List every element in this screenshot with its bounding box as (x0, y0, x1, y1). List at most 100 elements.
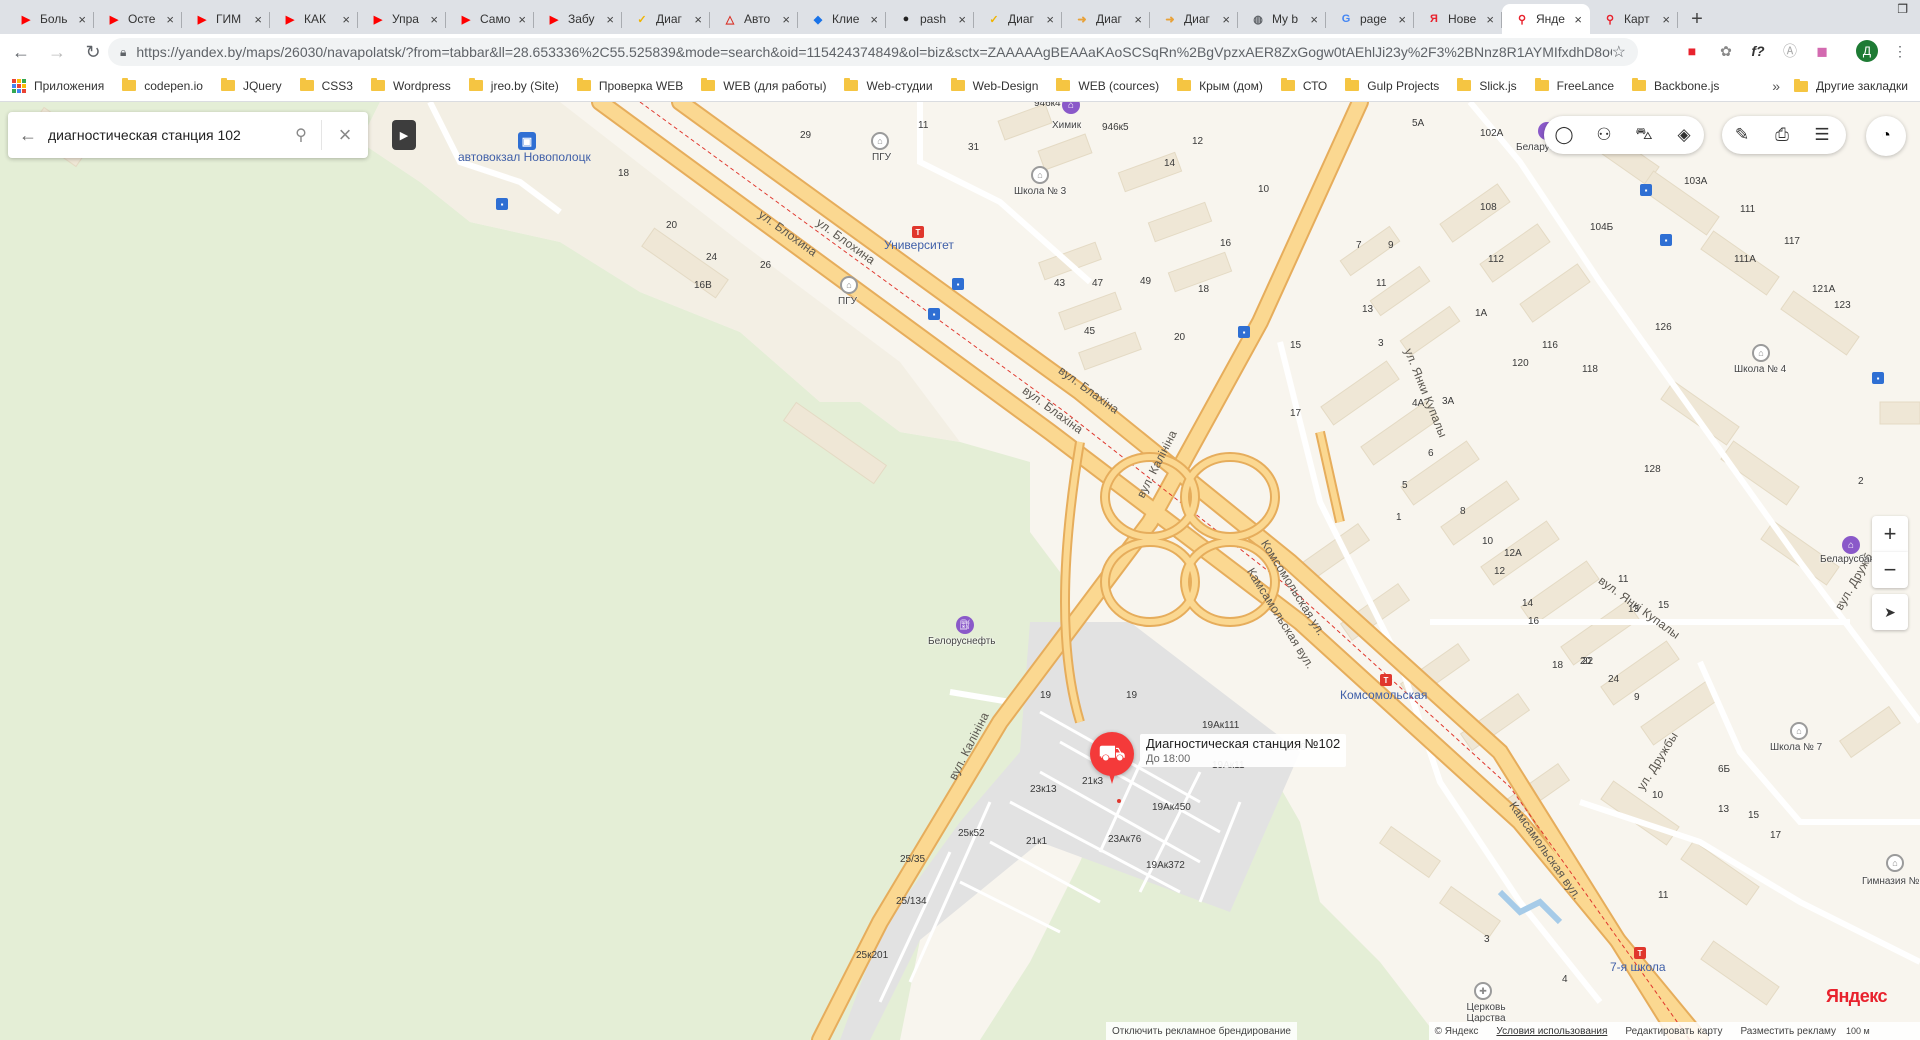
browser-tab[interactable]: ✓ Диаг × (974, 4, 1062, 34)
poi-label-7ya-school[interactable]: 7-я школа (1610, 960, 1666, 974)
bank-icon[interactable]: ⌂ (1842, 536, 1860, 554)
menu-kebab-icon[interactable]: ⋮ (1890, 41, 1910, 61)
close-tab-icon[interactable]: × (694, 12, 702, 27)
close-tab-icon[interactable]: × (1046, 12, 1054, 27)
edit-map-link[interactable]: Редактировать карту (1625, 1026, 1722, 1037)
place-card[interactable]: Диагностическая станция №102 До 18:00 (1140, 734, 1347, 767)
bus-stop-icon[interactable]: ▪ (1872, 372, 1884, 384)
bookmark-folder[interactable]: jreo.by (Site) (468, 78, 559, 93)
university-icon[interactable]: ⌂ (871, 132, 889, 150)
close-tab-icon[interactable]: × (166, 12, 174, 27)
bookmark-folder[interactable]: Gulp Projects (1345, 78, 1439, 93)
bookmark-folder[interactable]: Wordpress (370, 78, 451, 93)
poi-label-belarusbank[interactable]: Беларусбан (1820, 554, 1875, 565)
browser-tab[interactable]: ➜ Диаг × (1062, 4, 1150, 34)
school-icon[interactable]: ⌂ (1886, 854, 1904, 872)
bus-stop-icon[interactable]: ▪ (1640, 184, 1652, 196)
place-ad-link[interactable]: Разместить рекламу (1740, 1026, 1836, 1037)
bookmark-folder[interactable]: Backbone.js (1632, 78, 1719, 93)
bus-station-icon[interactable]: ▣ (518, 132, 536, 150)
close-tab-icon[interactable]: × (958, 12, 966, 27)
poi-label-belorusneft[interactable]: Белоруснефть (928, 636, 996, 647)
close-tab-icon[interactable]: × (1662, 12, 1670, 27)
search-input[interactable]: диагностическая станция 102 (48, 127, 281, 143)
traffic-icon[interactable]: ◯ (1544, 116, 1584, 154)
browser-tab[interactable]: ◆ Клие × (798, 4, 886, 34)
close-tab-icon[interactable]: × (342, 12, 350, 27)
bus-stop-icon[interactable]: ▪ (496, 198, 508, 210)
bookmarks-overflow-button[interactable]: » (1772, 78, 1780, 94)
poi-label-himik[interactable]: Химик (1052, 120, 1081, 131)
extension-a-icon[interactable]: Ⓐ (1780, 41, 1800, 61)
poi-label-church[interactable]: Церковь Царства (1464, 1002, 1508, 1024)
close-tab-icon[interactable]: × (782, 12, 790, 27)
bookmark-folder[interactable]: Web-Design (950, 78, 1038, 93)
close-tab-icon[interactable]: × (1398, 12, 1406, 27)
close-tab-icon[interactable]: × (870, 12, 878, 27)
close-tab-icon[interactable]: × (1310, 12, 1318, 27)
poi-label-universitet[interactable]: Университет (884, 238, 954, 252)
zoom-in-button[interactable]: + (1872, 516, 1908, 552)
poi-label-avtovokzal[interactable]: автовокзал Новополоцк (458, 150, 591, 164)
map-canvas[interactable]: ул. Блохина вул. Блахіна ул. Блохина вул… (0, 102, 1920, 1040)
address-bar[interactable]: 🔒︎ https://yandex.by/maps/26030/navapola… (108, 38, 1638, 66)
terms-link[interactable]: Условия использования (1496, 1026, 1607, 1037)
other-bookmarks[interactable]: Другие закладки (1794, 70, 1908, 102)
bus-stop-icon[interactable]: ▪ (1660, 234, 1672, 246)
search-icon[interactable]: ⚲ (281, 125, 321, 145)
disable-ad-branding-link[interactable]: Отключить рекламное брендирование (1106, 1022, 1297, 1040)
bookmark-folder[interactable]: Slick.js (1457, 78, 1517, 93)
extension-puzzle-icon[interactable]: ✿ (1716, 41, 1736, 61)
forward-arrow-icon[interactable]: → (42, 37, 72, 67)
school-icon[interactable]: ⌂ (1752, 344, 1770, 362)
bookmark-folder[interactable]: Проверка WEB (576, 78, 683, 93)
tram-stop-icon[interactable]: T (1634, 947, 1646, 959)
geolocation-icon[interactable]: ➤ (1872, 594, 1908, 630)
poi-label-gymnasium[interactable]: Гимназия № (1862, 876, 1919, 887)
profile-avatar-icon[interactable]: Д (1856, 40, 1878, 62)
browser-tab[interactable]: △ Авто × (710, 4, 798, 34)
close-tab-icon[interactable]: × (518, 12, 526, 27)
bookmark-folder[interactable]: СТО (1280, 78, 1327, 93)
back-arrow-icon[interactable]: ← (6, 37, 36, 67)
browser-tab[interactable]: ● pash × (886, 4, 974, 34)
print-icon[interactable]: ⎙ (1762, 116, 1802, 154)
zoom-out-button[interactable]: − (1872, 552, 1908, 588)
panorama-icon[interactable]: ⚇ (1584, 116, 1624, 154)
bookmark-star-icon[interactable]: ☆ (1612, 42, 1626, 62)
bookmark-folder[interactable]: codepen.io (122, 78, 203, 93)
bus-stop-icon[interactable]: ▪ (928, 308, 940, 320)
collapse-panel-button[interactable]: ▶ (392, 120, 416, 150)
browser-tab[interactable]: Gpage × (1326, 4, 1414, 34)
browser-tab[interactable]: Я Нове × (1414, 4, 1502, 34)
bookmark-folder[interactable]: JQuery (220, 78, 282, 93)
poi-label-school7[interactable]: Школа № 7 (1770, 742, 1822, 753)
back-arrow-icon[interactable]: ← (8, 125, 48, 146)
university-icon[interactable]: ⌂ (840, 276, 858, 294)
poi-label-komsomolskaya[interactable]: Комсомольская (1340, 688, 1427, 702)
close-tab-icon[interactable]: × (254, 12, 262, 27)
bus-stop-icon[interactable]: ▪ (952, 278, 964, 290)
fuel-station-icon[interactable]: ⛽︎ (956, 616, 974, 634)
church-icon[interactable]: ✚ (1474, 982, 1492, 1000)
browser-tab[interactable]: ▶ ГИМ × (182, 4, 270, 34)
bus-stop-icon[interactable]: ▪ (1238, 326, 1250, 338)
close-icon[interactable]: × (322, 122, 368, 148)
bookmark-folder[interactable]: WEB (cources) (1056, 78, 1159, 93)
browser-tab[interactable]: ➜ Диаг × (1150, 4, 1238, 34)
layers-icon[interactable]: ◈ (1664, 116, 1704, 154)
poi-label-pgu[interactable]: ПГУ (872, 152, 891, 163)
ruler-icon[interactable]: ✎ (1722, 116, 1762, 154)
close-tab-icon[interactable]: × (1486, 12, 1494, 27)
extension-gradient-icon[interactable]: ◼ (1812, 41, 1832, 61)
close-tab-icon[interactable]: × (430, 12, 438, 27)
close-tab-icon[interactable]: × (1574, 12, 1582, 27)
poi-label-school4[interactable]: Школа № 4 (1734, 364, 1786, 375)
close-tab-icon[interactable]: × (1222, 12, 1230, 27)
bookmark-folder[interactable]: FreeLance (1534, 78, 1614, 93)
bookmark-folder[interactable]: WEB (для работы) (701, 78, 826, 93)
close-tab-icon[interactable]: × (78, 12, 86, 27)
bookmark-folder[interactable]: CSS3 (299, 78, 353, 93)
bookmark-folder[interactable]: Крым (дом) (1177, 78, 1263, 93)
extension-fx-icon[interactable]: f? (1748, 41, 1768, 61)
